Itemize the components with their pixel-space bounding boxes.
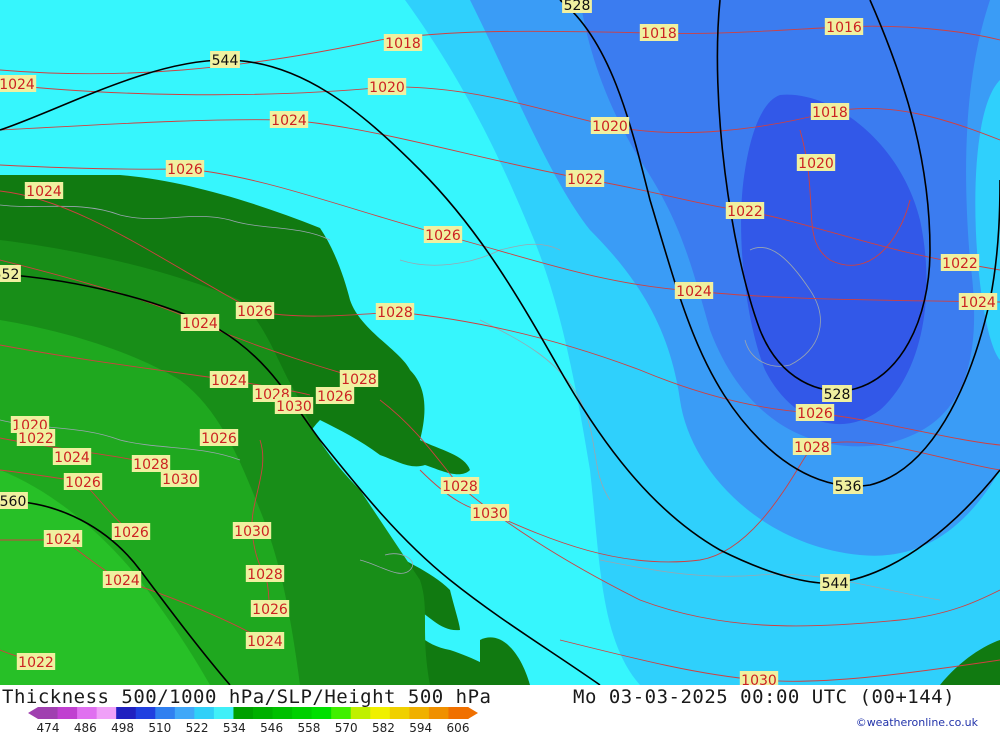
legend-swatch [253, 707, 274, 719]
legend-tick-label: 510 [148, 721, 171, 733]
isobar-label: 1024 [247, 634, 283, 650]
height-label: 544 [212, 53, 239, 69]
isobar-label: 1026 [425, 228, 461, 244]
isobar-label: 1024 [182, 316, 218, 332]
legend-tick-label: 570 [335, 721, 358, 733]
legend-swatch [38, 707, 59, 719]
isobar-label: 1026 [797, 406, 833, 422]
isobar-label: 1026 [167, 162, 203, 178]
valid-time: Mo 03-03-2025 00:00 UTC (00+144) [573, 686, 956, 708]
legend-tick-label: 582 [372, 721, 395, 733]
isobar-label: 1024 [211, 373, 247, 389]
isobar-label: 1024 [676, 284, 712, 300]
isobar-label: 1028 [247, 567, 283, 583]
isobar-label: 1026 [317, 389, 353, 405]
legend-swatch [213, 707, 234, 719]
isobar-label: 1026 [113, 525, 149, 541]
height-label: 544 [822, 576, 849, 592]
legend-swatch [77, 707, 98, 719]
isobar-label: 1022 [567, 172, 603, 188]
isobar-label: 1020 [592, 119, 628, 135]
legend-tick-label: 498 [111, 721, 134, 733]
isobar-label: 1028 [794, 440, 830, 456]
legend-swatch [389, 707, 410, 719]
isobar-label: 1030 [472, 506, 508, 522]
isobar-label: 1026 [237, 304, 273, 320]
height-label: 528 [564, 0, 591, 14]
isobar-label: 1022 [942, 256, 978, 272]
isobar-label: 1024 [960, 295, 996, 311]
legend-tick-label: 486 [74, 721, 97, 733]
isobar-label: 1018 [641, 26, 677, 42]
isobar-label: 1024 [26, 184, 62, 200]
legend-swatch [96, 707, 117, 719]
isobar-label: 1020 [369, 80, 405, 96]
isobar-label: 1022 [18, 655, 54, 671]
legend-swatch [292, 707, 313, 719]
isobar-label: 1026 [252, 602, 288, 618]
legend-swatch [155, 707, 176, 719]
height-label: 528 [824, 387, 851, 403]
isobar-label: 1018 [812, 105, 848, 121]
legend-swatch [135, 707, 156, 719]
isobar-label: 1024 [54, 450, 90, 466]
isobar-label: 1022 [18, 431, 54, 447]
isobar-label: 1024 [271, 113, 307, 129]
isobar-label: 1030 [234, 524, 270, 540]
legend-tick-label: 474 [37, 721, 60, 733]
legend-swatch [448, 707, 469, 719]
legend-swatch [116, 707, 137, 719]
isobar-label: 1018 [385, 36, 421, 52]
legend-swatch [331, 707, 352, 719]
isobar-label: 1028 [442, 479, 478, 495]
height-label: 552 [0, 267, 19, 283]
isobar-label: 1024 [45, 532, 81, 548]
legend-ticks: 474 486 498 510 522 534 546 558 570 582 594 606 [37, 721, 470, 733]
isobar-label: 1020 [798, 156, 834, 172]
legend-tick-label: 606 [447, 721, 470, 733]
legend-tick-label: 546 [260, 721, 283, 733]
isobar-label: 1028 [341, 372, 377, 388]
legend-swatch [233, 707, 254, 719]
legend-swatch [57, 707, 78, 719]
isobar-label: 1024 [0, 77, 35, 93]
legend-swatch [311, 707, 332, 719]
legend-tick-label: 522 [186, 721, 209, 733]
height-label: 536 [835, 479, 862, 495]
legend-bar [28, 707, 478, 719]
legend-swatch [350, 707, 371, 719]
isobar-label: 1030 [162, 472, 198, 488]
weather-map: 1018 1018 1016 1024 1020 1024 1020 1018 1026 1022… [0, 0, 1000, 685]
legend-tick-label: 594 [409, 721, 432, 733]
legend-swatch [174, 707, 195, 719]
color-legend: 474 486 498 510 522 534 546 558 570 582 594 606 [28, 707, 478, 733]
isobar-label: 1016 [826, 20, 862, 36]
legend-swatch [370, 707, 391, 719]
legend-arrow-left [28, 707, 38, 719]
legend-arrow-right [468, 707, 478, 719]
credit-link[interactable]: ©weatheronline.co.uk [856, 716, 978, 729]
isobar-label: 1028 [377, 305, 413, 321]
height-label: 560 [0, 494, 26, 510]
isobar-label: 1030 [276, 399, 312, 415]
legend-tick-label: 558 [297, 721, 320, 733]
legend-swatch [272, 707, 293, 719]
legend-tick-label: 534 [223, 721, 246, 733]
legend-swatch [194, 707, 215, 719]
isobar-label: 1030 [741, 673, 777, 685]
legend-swatch [428, 707, 449, 719]
legend-swatch [409, 707, 430, 719]
isobar-label: 1026 [201, 431, 237, 447]
footer: Thickness 500/1000 hPa/SLP/Height 500 hP… [0, 685, 1000, 733]
isobar-label: 1026 [65, 475, 101, 491]
isobar-label: 1022 [727, 204, 763, 220]
isobar-label: 1024 [104, 573, 140, 589]
